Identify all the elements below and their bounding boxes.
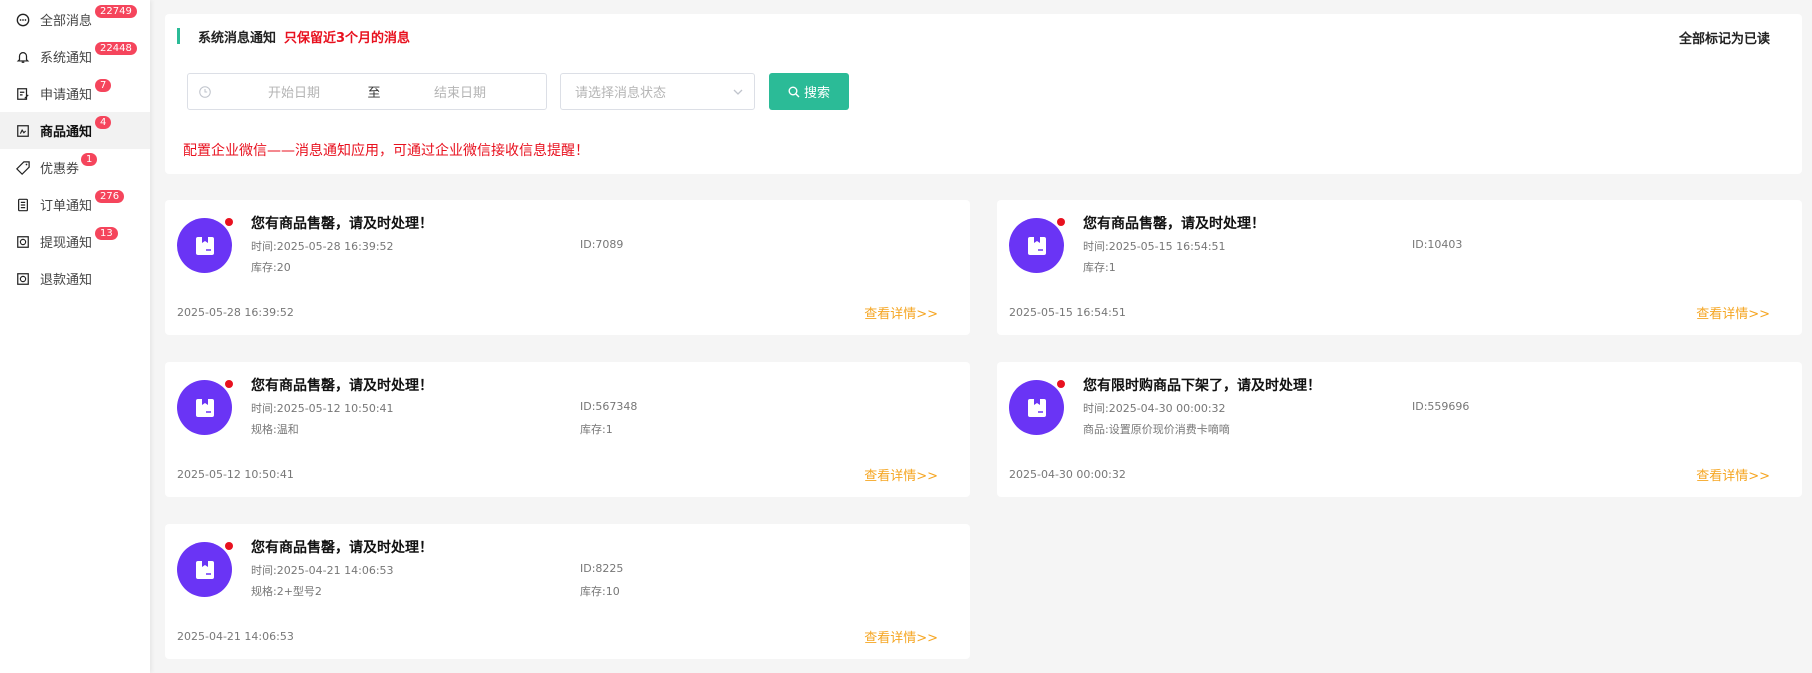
card-extra: 商品:设置原价现价消费卡嘀嘀 bbox=[1083, 423, 1230, 436]
notification-card: 您有商品售罄，请及时处理！ 时间:2025-05-28 16:39:52 ID:… bbox=[165, 200, 970, 335]
search-button[interactable]: 搜索 bbox=[769, 73, 849, 110]
sidebar-item-product[interactable]: 商品通知 4 bbox=[0, 112, 150, 149]
date-separator: 至 bbox=[367, 86, 381, 101]
search-icon bbox=[788, 86, 800, 97]
card-time: 时间:2025-04-21 14:06:53 bbox=[251, 564, 394, 577]
unread-dot bbox=[225, 542, 233, 550]
box-icon bbox=[177, 218, 232, 273]
date-range-picker[interactable]: 开始日期 至 结束日期 bbox=[187, 73, 547, 110]
card-title: 您有商品售罄，请及时处理！ bbox=[251, 216, 433, 232]
view-details-link[interactable]: 查看详情>> bbox=[1696, 303, 1770, 322]
card-extra: 规格:2+型号2 bbox=[251, 585, 322, 598]
sidebar-item-label: 商品通知 bbox=[40, 125, 93, 140]
notification-card: 您有限时购商品下架了，请及时处理！ 时间:2025-04-30 00:00:32… bbox=[997, 362, 1802, 497]
box-icon bbox=[177, 380, 232, 435]
start-date-input[interactable]: 开始日期 bbox=[234, 82, 354, 101]
box-icon bbox=[177, 542, 232, 597]
sidebar-item-label: 订单通知 bbox=[40, 199, 93, 214]
form-icon bbox=[16, 87, 30, 101]
card-date: 2025-05-15 16:54:51 bbox=[1009, 306, 1126, 319]
card-title: 您有商品售罄，请及时处理！ bbox=[251, 540, 433, 556]
card-id: ID:559696 bbox=[1412, 400, 1470, 413]
view-details-link[interactable]: 查看详情>> bbox=[1696, 465, 1770, 484]
chat-icon bbox=[16, 13, 30, 27]
sidebar-item-label: 退款通知 bbox=[40, 273, 93, 288]
card-date: 2025-04-21 14:06:53 bbox=[177, 630, 294, 643]
sidebar-item-coupon[interactable]: 优惠券 1 bbox=[0, 149, 150, 186]
sidebar-item-label: 全部消息 bbox=[40, 14, 93, 29]
refund-icon bbox=[16, 272, 30, 286]
sidebar-item-label: 申请通知 bbox=[40, 88, 93, 103]
sidebar-item-refund[interactable]: 退款通知 bbox=[0, 260, 150, 297]
sidebar-item-application[interactable]: 申请通知 7 bbox=[0, 75, 150, 112]
title-accent-bar bbox=[177, 28, 180, 44]
card-extra: 库存:20 bbox=[251, 261, 291, 274]
unread-badge: 22749 bbox=[95, 5, 137, 18]
card-extra-2: 库存:10 bbox=[580, 585, 620, 598]
card-date: 2025-04-30 00:00:32 bbox=[1009, 468, 1126, 481]
card-id: ID:8225 bbox=[580, 562, 624, 575]
sidebar: 全部消息 22749 系统通知 22448 申请通知 7 商品通知 4 优惠券 … bbox=[0, 0, 150, 673]
unread-dot bbox=[225, 218, 233, 226]
retention-warning: 只保留近3个月的消息 bbox=[284, 30, 411, 46]
card-id: ID:7089 bbox=[580, 238, 624, 251]
status-select-placeholder: 请选择消息状态 bbox=[575, 86, 667, 101]
card-extra: 库存:1 bbox=[1083, 261, 1116, 274]
product-icon bbox=[16, 124, 30, 138]
bell-icon bbox=[16, 50, 30, 64]
sidebar-item-all-messages[interactable]: 全部消息 22749 bbox=[0, 1, 150, 38]
box-icon bbox=[1009, 380, 1064, 435]
clock-icon bbox=[198, 85, 212, 99]
card-title: 您有限时购商品下架了，请及时处理！ bbox=[1083, 378, 1321, 394]
card-id: ID:567348 bbox=[580, 400, 638, 413]
page-title-bar: 系统消息通知 只保留近3个月的消息 bbox=[177, 28, 411, 46]
card-date: 2025-05-12 10:50:41 bbox=[177, 468, 294, 481]
filter-panel: 系统消息通知 只保留近3个月的消息 全部标记为已读 开始日期 至 结束日期 请选… bbox=[165, 14, 1802, 174]
order-icon bbox=[16, 198, 30, 212]
card-extra-2: 库存:1 bbox=[580, 423, 613, 436]
chevron-down-icon bbox=[733, 89, 743, 95]
sidebar-item-label: 优惠券 bbox=[40, 162, 80, 177]
card-time: 时间:2025-05-15 16:54:51 bbox=[1083, 240, 1226, 253]
unread-badge: 276 bbox=[95, 190, 125, 203]
view-details-link[interactable]: 查看详情>> bbox=[864, 303, 938, 322]
unread-badge: 7 bbox=[95, 79, 112, 92]
view-details-link[interactable]: 查看详情>> bbox=[864, 465, 938, 484]
end-date-input[interactable]: 结束日期 bbox=[400, 82, 520, 101]
unread-dot bbox=[225, 380, 233, 388]
search-button-label: 搜索 bbox=[803, 86, 830, 101]
card-title: 您有商品售罄，请及时处理！ bbox=[1083, 216, 1265, 232]
card-time: 时间:2025-05-12 10:50:41 bbox=[251, 402, 394, 415]
sidebar-item-order[interactable]: 订单通知 276 bbox=[0, 186, 150, 223]
sidebar-item-withdraw[interactable]: 提现通知 13 bbox=[0, 223, 150, 260]
card-extra: 规格:温和 bbox=[251, 423, 299, 436]
card-title: 您有商品售罄，请及时处理！ bbox=[251, 378, 433, 394]
notification-card: 您有商品售罄，请及时处理！ 时间:2025-05-12 10:50:41 ID:… bbox=[165, 362, 970, 497]
status-select[interactable]: 请选择消息状态 bbox=[560, 73, 755, 110]
withdraw-icon bbox=[16, 235, 30, 249]
wechat-config-tip[interactable]: 配置企业微信——消息通知应用，可通过企业微信接收信息提醒！ bbox=[183, 140, 589, 160]
card-time: 时间:2025-04-30 00:00:32 bbox=[1083, 402, 1226, 415]
unread-badge: 13 bbox=[95, 227, 118, 240]
notification-card: 您有商品售罄，请及时处理！ 时间:2025-05-15 16:54:51 ID:… bbox=[997, 200, 1802, 335]
notification-card: 您有商品售罄，请及时处理！ 时间:2025-04-21 14:06:53 ID:… bbox=[165, 524, 970, 659]
unread-badge: 1 bbox=[81, 153, 98, 166]
unread-badge: 22448 bbox=[95, 42, 137, 55]
unread-dot bbox=[1057, 380, 1065, 388]
box-icon bbox=[1009, 218, 1064, 273]
card-id: ID:10403 bbox=[1412, 238, 1463, 251]
card-date: 2025-05-28 16:39:52 bbox=[177, 306, 294, 319]
sidebar-item-system[interactable]: 系统通知 22448 bbox=[0, 38, 150, 75]
view-details-link[interactable]: 查看详情>> bbox=[864, 627, 938, 646]
unread-badge: 4 bbox=[95, 116, 112, 129]
sidebar-item-label: 系统通知 bbox=[40, 51, 93, 66]
mark-all-read-button[interactable]: 全部标记为已读 bbox=[1679, 28, 1770, 47]
sidebar-item-label: 提现通知 bbox=[40, 236, 93, 251]
coupon-icon bbox=[16, 160, 30, 175]
card-time: 时间:2025-05-28 16:39:52 bbox=[251, 240, 394, 253]
unread-dot bbox=[1057, 218, 1065, 226]
page-title: 系统消息通知 bbox=[198, 30, 277, 46]
